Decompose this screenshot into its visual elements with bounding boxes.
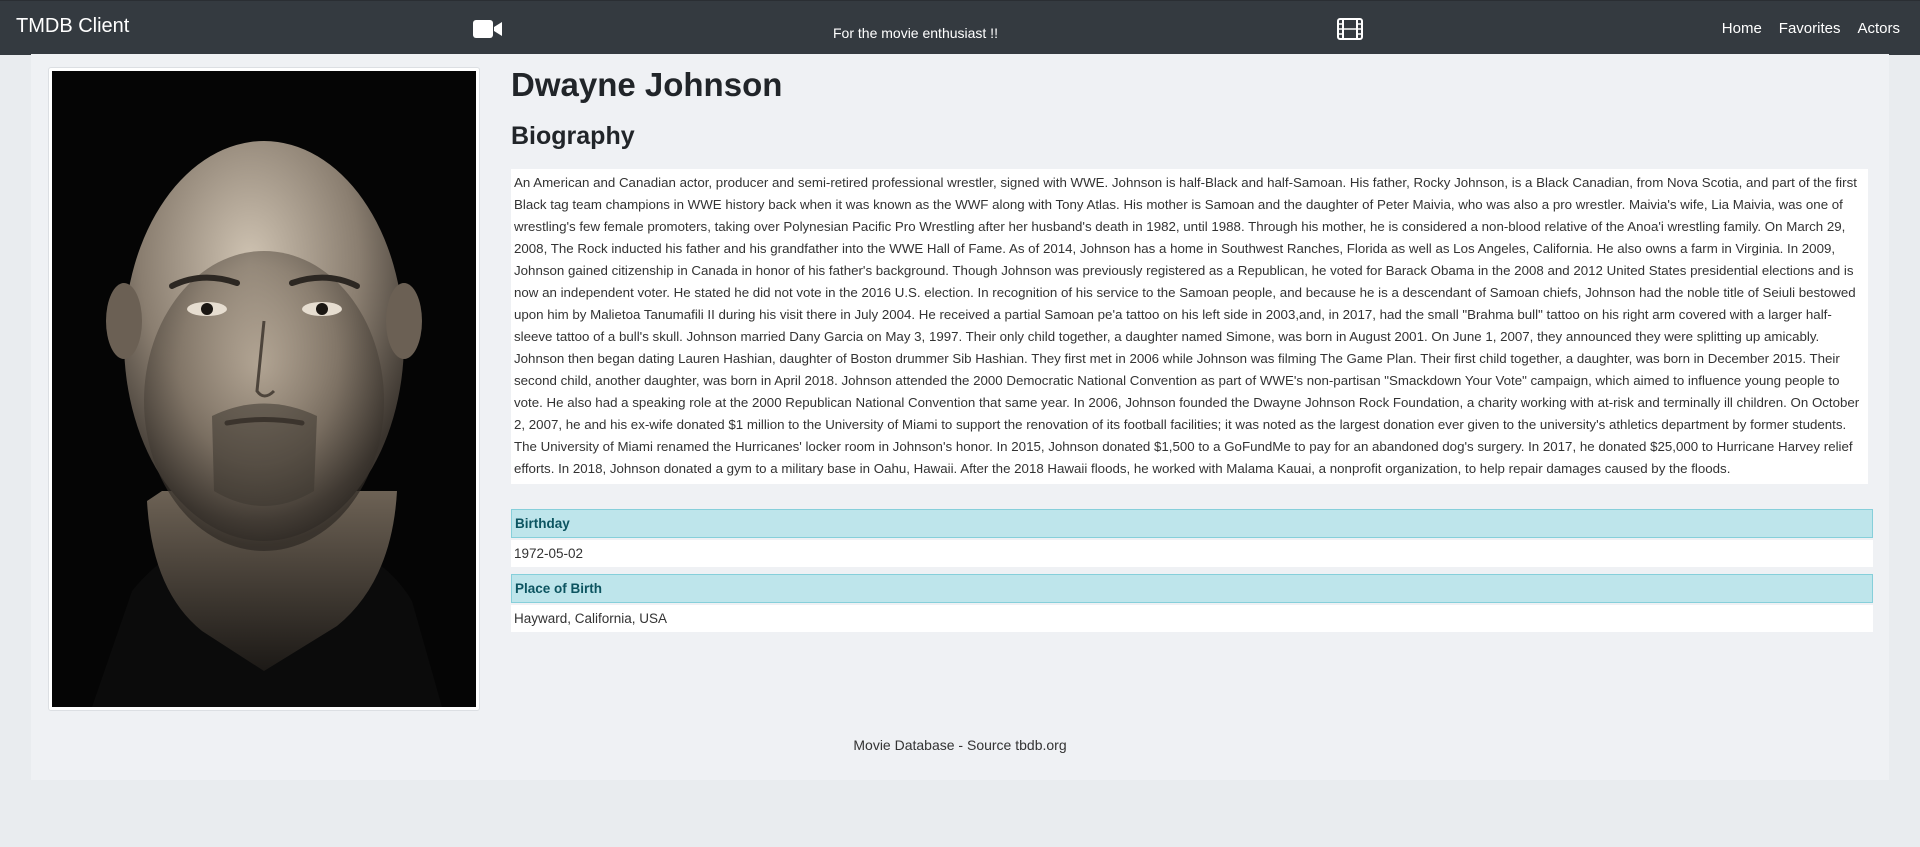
actor-portrait-image bbox=[52, 71, 476, 707]
biography-heading: Biography bbox=[511, 122, 635, 150]
film-icon bbox=[1337, 18, 1363, 40]
top-navbar: TMDB Client For the movie enthusiast !! … bbox=[0, 0, 1920, 55]
place-of-birth-value: Hayward, California, USA bbox=[511, 605, 1873, 632]
brand-link[interactable]: TMDB Client bbox=[16, 15, 129, 38]
actor-photo bbox=[52, 71, 476, 707]
tagline: For the movie enthusiast !! bbox=[833, 25, 998, 41]
place-of-birth-label: Place of Birth bbox=[511, 574, 1873, 603]
nav-actors-link[interactable]: Actors bbox=[1857, 20, 1900, 37]
nav-home-link[interactable]: Home bbox=[1722, 20, 1762, 37]
video-camera-icon bbox=[473, 20, 502, 38]
nav-links: Home Favorites Actors bbox=[1705, 20, 1900, 37]
actor-detail-container: Dwayne Johnson Biography An American and… bbox=[31, 54, 1889, 780]
birthday-label: Birthday bbox=[511, 509, 1873, 538]
actor-name: Dwayne Johnson bbox=[511, 66, 783, 103]
biography-text: An American and Canadian actor, producer… bbox=[511, 169, 1868, 484]
actor-photo-frame bbox=[48, 67, 480, 711]
footer-text: Movie Database - Source tbdb.org bbox=[853, 737, 1067, 753]
nav-favorites-link[interactable]: Favorites bbox=[1779, 20, 1841, 37]
birthday-value: 1972-05-02 bbox=[511, 540, 1873, 567]
